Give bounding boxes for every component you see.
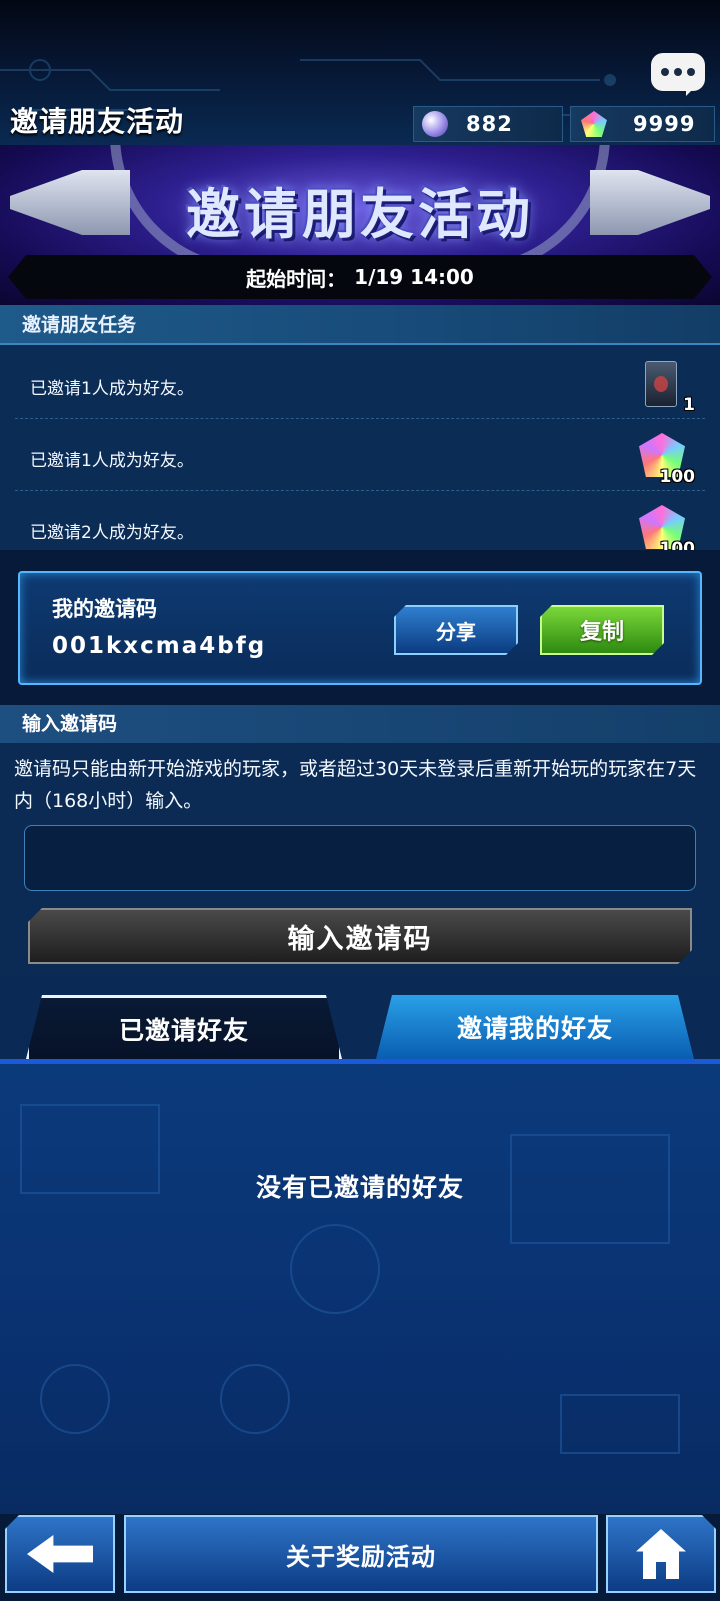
card-pack-icon [645, 361, 677, 407]
reward-qty: 1 [683, 395, 695, 415]
orb-count: 882 [466, 112, 513, 136]
empty-list-message: 没有已邀请的好友 [255, 1173, 464, 1202]
reward: 1 [639, 361, 695, 415]
reward-qty: 100 [659, 539, 696, 550]
home-icon [636, 1529, 686, 1579]
reward-qty: 100 [659, 467, 696, 487]
circuit-decoration [290, 1224, 380, 1314]
chat-bubble-icon[interactable] [651, 53, 705, 91]
copy-button[interactable]: 复制 [540, 605, 664, 655]
back-button[interactable] [5, 1515, 115, 1593]
mission-text: 已邀请2人成为好友。 [30, 523, 194, 543]
mission-row: 已邀请1人成为好友。 1 [15, 347, 705, 419]
about-reward-event-button[interactable]: 关于奖励活动 [124, 1515, 598, 1593]
mission-text: 已邀请1人成为好友。 [30, 451, 194, 471]
chat-bubble-tail [686, 86, 696, 96]
mission-row: 已邀请2人成为好友。 100 [15, 491, 705, 550]
reward: 100 [639, 505, 695, 550]
banner-title: 邀请朋友活动 [186, 183, 534, 246]
home-button[interactable] [606, 1515, 716, 1593]
my-code-label: 我的邀请码 [52, 597, 157, 621]
gem-icon [581, 111, 607, 137]
circuit-decoration [220, 1364, 290, 1434]
friend-list-area [0, 1064, 720, 1514]
start-time-bar: 起始时间： 1/19 14:00 [8, 255, 712, 299]
mission-text: 已邀请1人成为好友。 [30, 379, 194, 399]
enter-code-heading: 输入邀请码 [0, 705, 720, 743]
enter-code-note: 邀请码只能由新开始游戏的玩家，或者超过30天未登录后重新开始玩的玩家在7天内（1… [14, 758, 697, 812]
orb-currency: 882 [413, 106, 563, 142]
start-time-label: 起始时间： [246, 266, 347, 291]
share-button[interactable]: 分享 [394, 605, 518, 655]
tab-invited-friends[interactable]: 已邀请好友 [26, 995, 342, 1059]
enter-code-button[interactable]: 输入邀请码 [28, 908, 692, 964]
enter-code-section: 输入邀请码 邀请码只能由新开始游戏的玩家，或者超过30天未登录后重新开始玩的玩家… [0, 705, 720, 975]
orb-icon [422, 111, 448, 137]
mission-section: 邀请朋友任务 已邀请1人成为好友。 1 已邀请1人成为好友。 100 已邀请2人… [0, 305, 720, 550]
circuit-decoration [560, 1394, 680, 1454]
back-arrow-icon [27, 1535, 93, 1573]
gem-currency: 9999 [570, 106, 715, 142]
my-invite-code-panel: 我的邀请码 001kxcma4bfg 分享 复制 [18, 571, 702, 685]
mission-list[interactable]: 已邀请1人成为好友。 1 已邀请1人成为好友。 100 已邀请2人成为好友。 1… [0, 347, 720, 550]
my-code-value: 001kxcma4bfg [52, 633, 267, 659]
invite-code-input[interactable] [24, 825, 696, 891]
start-time-value: 1/19 14:00 [354, 265, 474, 289]
mission-row: 已邀请1人成为好友。 100 [15, 419, 705, 491]
gem-count: 9999 [633, 112, 696, 136]
page-title: 邀请朋友活动 [10, 105, 185, 138]
tab-friends-who-invited-me[interactable]: 邀请我的好友 [376, 995, 694, 1059]
circuit-decoration [40, 1364, 110, 1434]
mission-heading: 邀请朋友任务 [0, 305, 720, 345]
reward: 100 [639, 433, 695, 487]
event-banner: 邀请朋友活动 起始时间： 1/19 14:00 [0, 145, 720, 305]
